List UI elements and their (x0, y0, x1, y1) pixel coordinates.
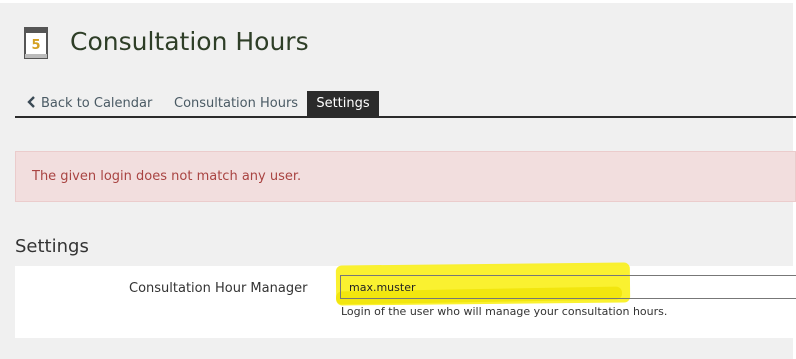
consultation-hour-manager-input[interactable] (340, 275, 796, 299)
error-alert: The given login does not match any user. (15, 151, 796, 202)
tab-bar: Back to Calendar Consultation Hours Sett… (15, 91, 796, 118)
tab-settings[interactable]: Settings (307, 91, 379, 116)
error-message: The given login does not match any user. (32, 169, 302, 184)
tab-underline (15, 116, 796, 118)
tab-back-to-calendar[interactable]: Back to Calendar (27, 91, 152, 116)
page-title: Consultation Hours (70, 27, 309, 56)
tab-consultation-hours[interactable]: Consultation Hours (174, 91, 298, 116)
tab-back-label: Back to Calendar (41, 96, 153, 111)
field-help-text: Login of the user who will manage your c… (341, 305, 668, 318)
chevron-left-icon (27, 96, 35, 108)
consultation-hour-manager-label: Consultation Hour Manager (129, 281, 308, 296)
calendar-day-number: 5 (31, 38, 40, 53)
top-edge (0, 0, 796, 3)
calendar-day-icon: 5 (24, 27, 48, 59)
section-title: Settings (15, 236, 89, 257)
